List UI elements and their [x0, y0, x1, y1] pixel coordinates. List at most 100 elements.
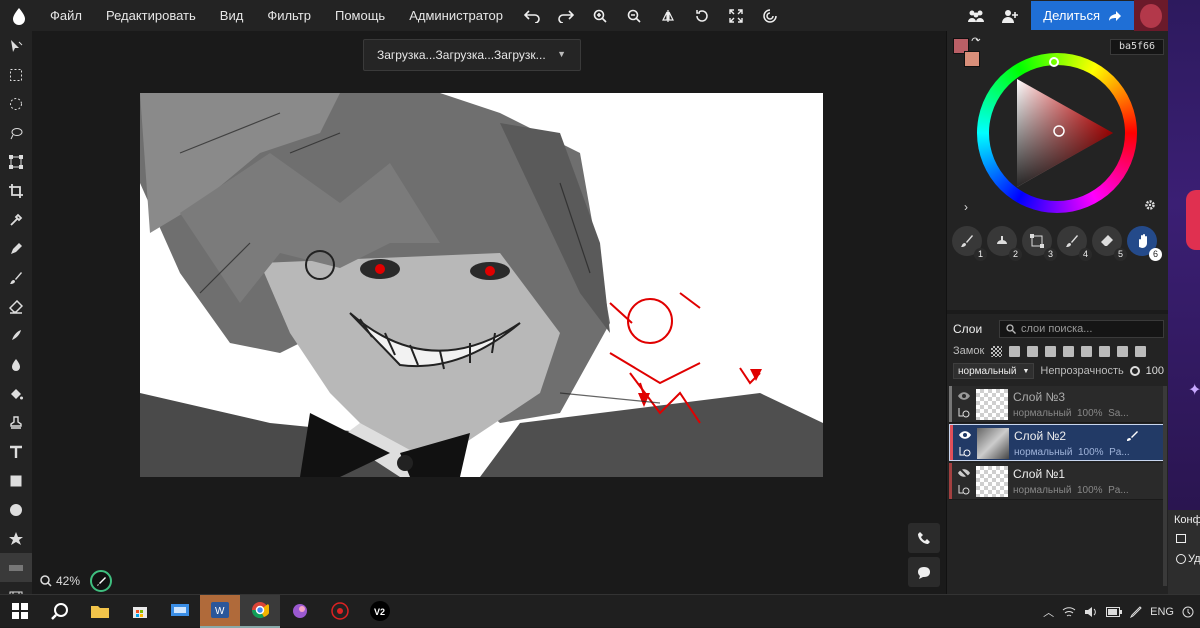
rectangle-tool-icon[interactable] [0, 466, 32, 495]
duplicate-layer-icon[interactable] [1099, 345, 1111, 357]
brush-preset-2[interactable]: 2 [987, 226, 1022, 261]
settings-swirl-icon[interactable] [753, 0, 787, 31]
davinci-icon[interactable] [320, 595, 360, 628]
lock-transparency-icon[interactable] [991, 345, 1003, 357]
ellipse-select-icon[interactable] [0, 89, 32, 118]
zoom-in-icon[interactable] [583, 0, 617, 31]
menu-edit[interactable]: Редактировать [94, 0, 208, 31]
hue-handle[interactable] [1049, 57, 1059, 67]
store-icon[interactable] [120, 595, 160, 628]
brush-preset-1[interactable]: 1 [952, 226, 987, 261]
gear-icon[interactable] [1144, 199, 1156, 211]
drawing-canvas[interactable] [140, 93, 823, 477]
add-user-icon[interactable] [993, 0, 1027, 31]
layer-settings-icon[interactable] [957, 483, 971, 495]
window-icon[interactable] [1176, 534, 1186, 543]
rotate-icon[interactable] [685, 0, 719, 31]
layer-settings-icon[interactable] [957, 406, 971, 418]
chevron-up-icon[interactable]: ︿ [1043, 604, 1054, 620]
swap-colors-icon[interactable] [971, 37, 981, 47]
star-tool-icon[interactable] [0, 524, 32, 553]
fill-bucket-icon[interactable] [0, 379, 32, 408]
move-tool-icon[interactable] [0, 31, 32, 60]
menu-file[interactable]: Файл [38, 0, 94, 31]
hex-color-input[interactable]: ba5f66 [1110, 39, 1164, 55]
control-panel-icon[interactable] [160, 595, 200, 628]
v2-app-icon[interactable]: V2 [360, 595, 400, 628]
stamp-icon[interactable] [0, 408, 32, 437]
panel-divider[interactable] [947, 310, 1168, 314]
add-mask-icon[interactable] [1135, 345, 1147, 357]
brush-preset-6[interactable]: 6 [1127, 226, 1162, 261]
eyedropper-icon[interactable] [0, 205, 32, 234]
eye-icon[interactable] [957, 391, 971, 401]
eye-hidden-icon[interactable] [957, 468, 971, 478]
volume-icon[interactable] [1084, 606, 1098, 618]
search-icon[interactable] [40, 595, 80, 628]
windows-start-icon[interactable] [0, 595, 40, 628]
lock-icon[interactable] [1009, 345, 1021, 357]
avatar[interactable] [1134, 0, 1168, 31]
menu-view[interactable]: Вид [208, 0, 256, 31]
chrome-icon[interactable] [240, 594, 280, 628]
app-logo[interactable] [0, 0, 38, 31]
delete-layer-icon[interactable] [1063, 345, 1075, 357]
zoom-out-icon[interactable] [617, 0, 651, 31]
smudge-icon[interactable] [0, 321, 32, 350]
layer-settings-icon[interactable] [958, 445, 972, 457]
menu-admin[interactable]: Администратор [397, 0, 515, 31]
word-icon[interactable]: W [200, 594, 240, 628]
shape-more-icon[interactable] [0, 553, 32, 582]
block-icon[interactable] [1176, 554, 1186, 564]
fullscreen-icon[interactable] [719, 0, 753, 31]
blur-icon[interactable] [0, 350, 32, 379]
secondary-color-swatch[interactable] [964, 51, 980, 67]
input-language[interactable]: ENG [1150, 606, 1174, 618]
chat-button[interactable] [908, 557, 940, 587]
layer-row-1[interactable]: Слой №1 нормальный 100% Pa... [949, 463, 1164, 500]
layer-row-2[interactable]: Слой №2 нормальный 100% Pa... [949, 424, 1164, 461]
share-button[interactable]: Делиться [1031, 1, 1134, 30]
undo-icon[interactable] [515, 0, 549, 31]
eye-icon[interactable] [958, 430, 972, 440]
merge-down-icon[interactable] [1081, 345, 1093, 357]
layers-scrollbar[interactable] [1163, 386, 1167, 586]
layer-row-3[interactable]: Слой №3 нормальный 100% Sa... [949, 386, 1164, 423]
rect-select-icon[interactable] [0, 60, 32, 89]
blend-mode-select[interactable]: нормальный ▼ [953, 363, 1035, 379]
app-orb-icon[interactable] [280, 595, 320, 628]
flip-icon[interactable] [651, 0, 685, 31]
ellipse-tool-icon[interactable] [0, 495, 32, 524]
zoom-indicator[interactable]: 42% [40, 570, 113, 592]
pencil-icon[interactable] [0, 234, 32, 263]
pen-icon[interactable] [1130, 605, 1142, 618]
brush-preset-3[interactable]: 3 [1022, 226, 1057, 261]
battery-icon[interactable] [1106, 606, 1123, 617]
redo-icon[interactable] [549, 0, 583, 31]
color-wheel[interactable] [977, 53, 1137, 213]
document-title-dropdown[interactable]: Загрузка...Загрузка...Загрузк... ▼ [363, 39, 581, 71]
file-explorer-icon[interactable] [80, 595, 120, 628]
brush-preset-5[interactable]: 5 [1092, 226, 1127, 261]
expand-chevron-icon[interactable]: › [964, 200, 968, 214]
clock-icon[interactable] [1182, 606, 1194, 618]
opacity-control[interactable]: 100 [1129, 365, 1164, 377]
users-icon[interactable] [959, 0, 993, 31]
crop-icon[interactable] [0, 176, 32, 205]
layer-search-input[interactable]: слои поиска... [999, 320, 1164, 338]
eraser-icon[interactable] [0, 292, 32, 321]
new-layer-icon[interactable] [1027, 345, 1039, 357]
lasso-icon[interactable] [0, 118, 32, 147]
call-button[interactable] [908, 523, 940, 553]
opacity-slider-knob[interactable] [1129, 366, 1140, 376]
menu-help[interactable]: Помощь [323, 0, 397, 31]
menu-filter[interactable]: Фильтр [255, 0, 323, 31]
brush-size-indicator[interactable] [90, 570, 113, 592]
saturation-triangle[interactable] [989, 65, 1125, 201]
brush-tool-icon[interactable] [0, 263, 32, 292]
wifi-icon[interactable] [1062, 606, 1076, 618]
transform-icon[interactable] [0, 147, 32, 176]
clear-layer-icon[interactable] [1045, 345, 1057, 357]
clip-mask-icon[interactable] [1117, 345, 1129, 357]
brush-preset-4[interactable]: 4 [1057, 226, 1092, 261]
